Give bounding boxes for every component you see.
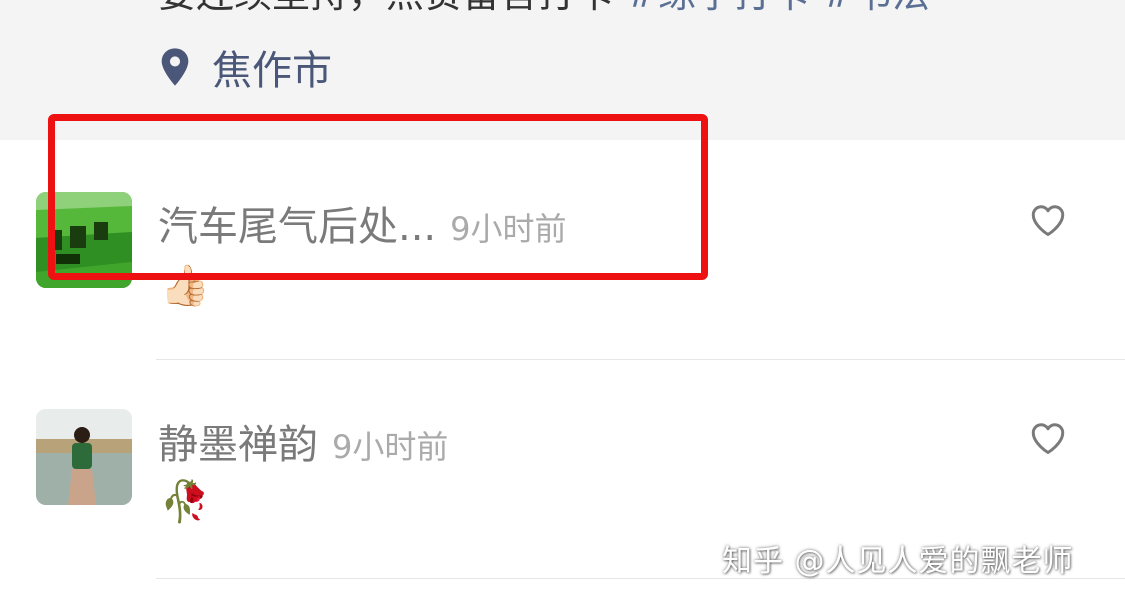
avatar[interactable] — [36, 409, 132, 505]
location-text: 焦作市 — [212, 48, 332, 94]
location-tag[interactable]: 焦作市 — [158, 42, 332, 94]
comment-nickname[interactable]: 静墨禅韵 — [158, 412, 318, 470]
location-pin-icon — [161, 48, 189, 86]
highlight-box — [48, 114, 708, 280]
comment-header: 静墨禅韵 9小时前 — [158, 412, 448, 470]
avatar-portrait-image — [36, 409, 132, 505]
comment-emoji: 🥀 — [160, 479, 210, 525]
comment-time: 9小时前 — [332, 428, 449, 466]
post-body-text: 要连续坚持，点赞留言打卡 — [158, 0, 614, 14]
comment-divider — [156, 359, 1125, 360]
post-tags[interactable]: #练字打卡 #书法 — [626, 0, 930, 14]
post-text: 要连续坚持，点赞留言打卡 #练字打卡 #书法 — [158, 0, 930, 14]
heart-outline-icon[interactable] — [1028, 201, 1068, 237]
watermark: 知乎 @人见人爱的飘老师 — [722, 544, 1074, 579]
heart-outline-icon[interactable] — [1028, 419, 1068, 455]
